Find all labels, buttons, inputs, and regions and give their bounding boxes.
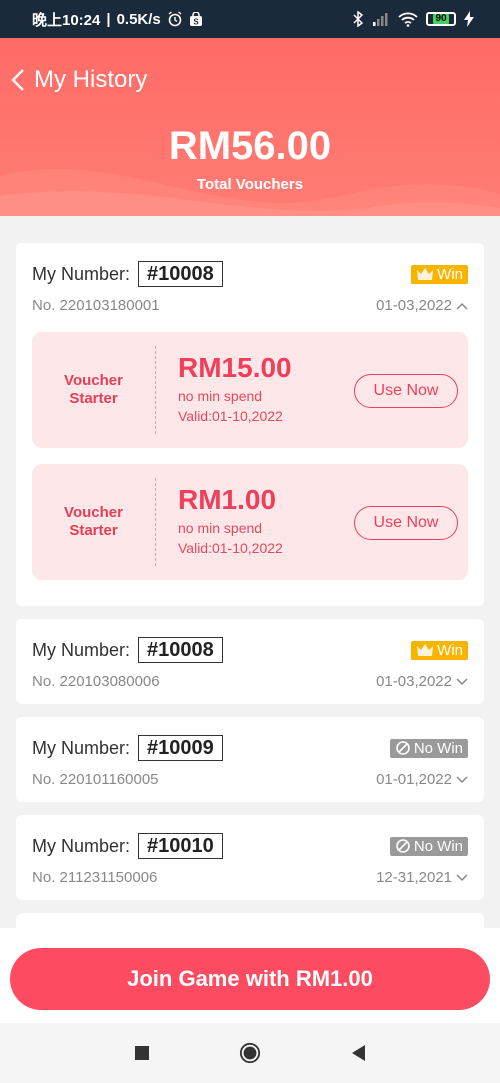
page-title: My History <box>34 66 148 93</box>
record-date: 01-01,2022 <box>376 771 452 788</box>
footer: Join Game with RM1.00 <box>0 928 500 1023</box>
record-date: 01-03,2022 <box>376 673 452 690</box>
chevron-up-icon <box>456 302 468 310</box>
my-number-value: #10010 <box>138 833 223 859</box>
my-number-label: My Number: <box>32 639 131 660</box>
status-net-speed: 0.5K/s <box>116 10 161 28</box>
result-text: No Win <box>413 837 463 855</box>
chevron-down-icon <box>456 873 468 881</box>
back-nav-button[interactable] <box>347 1042 369 1064</box>
history-record[interactable]: My Number: #10008 Win No. 220103080006 0… <box>16 619 484 704</box>
charging-icon <box>464 11 474 27</box>
history-record[interactable]: My Number: #10009 No Win No. 22010116000… <box>16 717 484 802</box>
my-number-label: My Number: <box>32 835 131 856</box>
order-number: No. 220103180001 <box>32 297 160 314</box>
history-record[interactable]: My Number: #10010 No Win No. 21123115000… <box>16 815 484 900</box>
history-record[interactable]: My Number: #10008 Win No. 220103180001 0… <box>16 243 484 606</box>
record-date: 01-03,2022 <box>376 297 452 314</box>
result-text: Win <box>437 265 463 283</box>
my-number-value: #10008 <box>138 261 223 287</box>
win-badge: Win <box>411 264 468 284</box>
voucher-type: Voucher Starter <box>32 346 156 434</box>
prohibited-icon <box>396 839 410 853</box>
battery-icon: 90 <box>426 12 456 26</box>
voucher-card: Voucher Starter RM1.00 no min spend Valid… <box>32 464 468 580</box>
order-number: No. 211231150006 <box>32 869 158 886</box>
crown-icon <box>417 268 434 280</box>
recent-apps-button[interactable] <box>131 1042 153 1064</box>
status-separator: | <box>106 10 111 28</box>
wifi-icon <box>398 12 418 27</box>
back-button[interactable]: My History <box>8 66 147 94</box>
voucher-validity: Valid:01-10,2022 <box>178 408 283 424</box>
home-button[interactable] <box>239 1042 261 1064</box>
no-win-badge: No Win <box>389 738 468 758</box>
my-number-label: My Number: <box>32 263 131 284</box>
order-number: No. 220101160005 <box>32 771 159 788</box>
result-text: No Win <box>413 739 463 757</box>
total-vouchers-label: Total Vouchers <box>196 176 304 193</box>
order-number: No. 220103080006 <box>32 673 160 690</box>
history-list: My Number: #10008 Win No. 220103180001 0… <box>16 243 484 956</box>
my-number-value: #10009 <box>138 735 223 761</box>
record-date-toggle[interactable]: 01-03,2022 <box>376 297 468 314</box>
voucher-card: Voucher Starter RM15.00 no min spend Vali… <box>32 332 468 448</box>
chevron-left-icon <box>11 69 24 91</box>
chevron-down-icon <box>456 677 468 685</box>
prohibited-icon <box>396 741 410 755</box>
no-win-badge: No Win <box>389 836 468 856</box>
voucher-condition: no min spend <box>178 520 263 536</box>
header: My History RM56.00 Total Vouchers <box>0 38 500 216</box>
my-number-label: My Number: <box>32 737 131 758</box>
voucher-amount: RM1.00 <box>178 484 277 515</box>
crown-icon <box>417 644 434 656</box>
shopping-bag-icon: S <box>189 11 202 26</box>
record-date-toggle[interactable]: 01-03,2022 <box>376 673 468 690</box>
voucher-type: Voucher Starter <box>32 478 156 566</box>
total-vouchers-amount: RM56.00 <box>168 124 332 168</box>
triangle-back-icon <box>352 1045 365 1061</box>
voucher-validity: Valid:01-10,2022 <box>178 540 283 556</box>
record-date-toggle[interactable]: 01-01,2022 <box>376 771 468 788</box>
system-nav-bar <box>0 1023 500 1083</box>
voucher-amount: RM15.00 <box>178 352 292 383</box>
alarm-icon <box>168 11 182 27</box>
use-now-button[interactable]: Use Now <box>354 506 458 540</box>
chevron-down-icon <box>456 775 468 783</box>
svg-text:S: S <box>193 17 199 26</box>
bluetooth-icon <box>353 11 364 27</box>
result-text: Win <box>437 641 463 659</box>
status-time: 晚上10:24 <box>32 11 101 29</box>
use-now-button[interactable]: Use Now <box>354 374 458 408</box>
circle-icon <box>239 1042 261 1064</box>
battery-level: 90 <box>433 13 449 24</box>
status-bar: 晚上10:24 | 0.5K/s S 90 <box>0 0 500 38</box>
record-date-toggle[interactable]: 12-31,2021 <box>376 869 468 886</box>
record-date: 12-31,2021 <box>376 869 452 886</box>
join-game-button[interactable]: Join Game with RM1.00 <box>10 948 490 1010</box>
signal-icon <box>373 13 388 26</box>
win-badge: Win <box>411 640 468 660</box>
voucher-condition: no min spend <box>178 388 263 404</box>
square-icon <box>135 1046 149 1060</box>
my-number-value: #10008 <box>138 637 223 663</box>
